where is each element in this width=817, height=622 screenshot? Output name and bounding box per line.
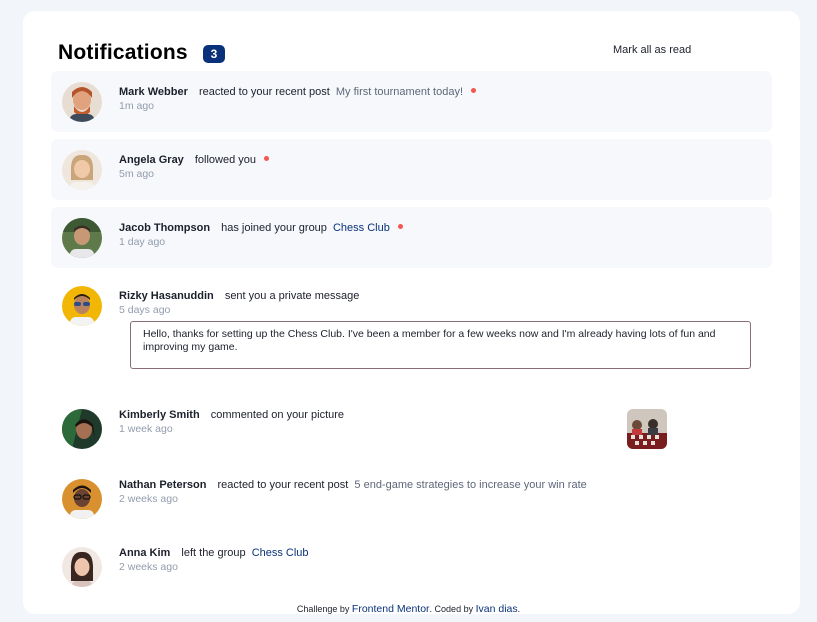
- avatar[interactable]: [62, 409, 102, 449]
- notification-item[interactable]: Jacob Thompson has joined your group Che…: [51, 207, 772, 268]
- page-title: Notifications: [58, 41, 188, 64]
- author-link[interactable]: Ivan dias: [476, 603, 518, 615]
- notification-text: Mark Webber reacted to your recent post …: [119, 86, 477, 98]
- private-message-box[interactable]: Hello, thanks for setting up the Chess C…: [130, 321, 751, 369]
- notification-text: Kimberly Smith commented on your picture: [119, 409, 344, 421]
- unread-dot-icon: [471, 88, 477, 93]
- notification-action: reacted to your recent post: [198, 86, 330, 98]
- mark-all-read-button[interactable]: Mark all as read: [613, 44, 691, 56]
- attribution-footer: Challenge by Frontend Mentor. Coded by I…: [0, 603, 817, 615]
- notification-user-name[interactable]: Nathan Peterson: [119, 479, 206, 491]
- notification-user-name[interactable]: Anna Kim: [119, 547, 170, 559]
- notification-time: 1m ago: [119, 100, 155, 112]
- notification-item[interactable]: Angela Gray followed you 5m ago: [51, 139, 772, 200]
- avatar[interactable]: [62, 150, 102, 190]
- footer-prefix: Challenge by: [296, 604, 350, 614]
- footer-middle: . Coded by: [429, 604, 474, 614]
- notification-user-name[interactable]: Rizky Hasanuddin: [119, 290, 214, 302]
- notification-text: Nathan Peterson reacted to your recent p…: [119, 479, 587, 491]
- notification-user-name[interactable]: Mark Webber: [119, 86, 188, 98]
- notifications-header: Notifications 3 Mark all as read: [58, 41, 758, 67]
- notification-time: 1 day ago: [119, 236, 166, 248]
- notification-text: Angela Gray followed you: [119, 154, 270, 166]
- notification-action: has joined your group: [221, 222, 327, 234]
- notification-action: left the group: [181, 547, 246, 559]
- notification-time: 1 week ago: [119, 423, 173, 435]
- avatar[interactable]: [62, 547, 102, 587]
- notification-post-link[interactable]: 5 end-game strategies to increase your w…: [354, 479, 586, 491]
- unread-count-badge: 3: [203, 45, 225, 63]
- notification-time: 5m ago: [119, 168, 155, 180]
- footer-suffix: .: [517, 604, 521, 614]
- notification-action: followed you: [194, 154, 257, 166]
- notification-user-name[interactable]: Kimberly Smith: [119, 409, 200, 421]
- frontend-mentor-link[interactable]: Frontend Mentor: [352, 603, 430, 615]
- notification-item[interactable]: Nathan Peterson reacted to your recent p…: [51, 469, 772, 529]
- notification-text: Anna Kim left the group Chess Club: [119, 547, 309, 559]
- avatar[interactable]: [62, 218, 102, 258]
- unread-dot-icon: [264, 156, 270, 161]
- commented-picture-thumbnail[interactable]: [627, 409, 667, 449]
- notification-time: 2 weeks ago: [119, 493, 178, 505]
- notification-action: commented on your picture: [210, 409, 345, 421]
- notifications-card: Notifications 3 Mark all as read Mark We…: [23, 11, 800, 614]
- notification-text: Rizky Hasanuddin sent you a private mess…: [119, 290, 359, 302]
- notification-action: reacted to your recent post: [217, 479, 349, 491]
- avatar[interactable]: [62, 82, 102, 122]
- notification-user-name[interactable]: Angela Gray: [119, 154, 184, 166]
- notification-action: sent you a private message: [224, 290, 360, 302]
- notification-post-link[interactable]: My first tournament today!: [336, 86, 463, 98]
- notification-user-name[interactable]: Jacob Thompson: [119, 222, 210, 234]
- notification-group-link[interactable]: Chess Club: [333, 222, 390, 234]
- notification-item[interactable]: Anna Kim left the group Chess Club 2 wee…: [51, 537, 772, 597]
- unread-dot-icon: [397, 224, 403, 229]
- notification-time: 5 days ago: [119, 304, 171, 316]
- notification-group-link[interactable]: Chess Club: [252, 547, 309, 559]
- notification-text: Jacob Thompson has joined your group Che…: [119, 222, 403, 234]
- notification-item[interactable]: Mark Webber reacted to your recent post …: [51, 71, 772, 132]
- avatar[interactable]: [62, 479, 102, 519]
- notification-time: 2 weeks ago: [119, 561, 178, 573]
- avatar[interactable]: [62, 286, 102, 326]
